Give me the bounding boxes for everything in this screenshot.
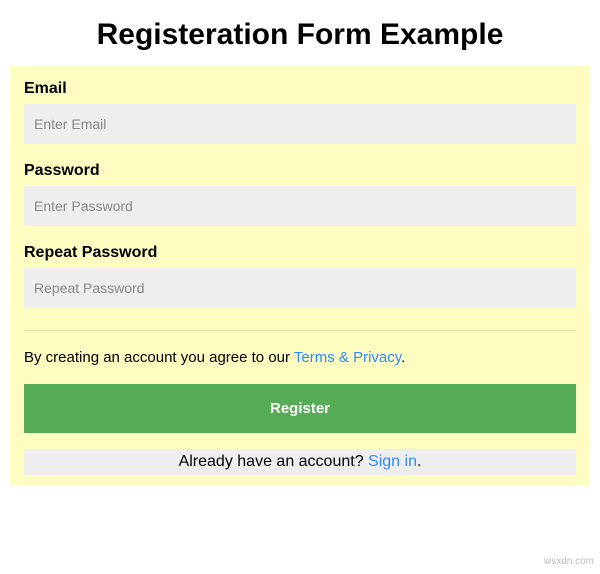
agree-text-prefix: By creating an account you agree to our xyxy=(24,349,294,366)
password-input[interactable] xyxy=(24,186,576,226)
signin-row: Already have an account? Sign in. xyxy=(24,449,576,475)
repeat-password-input[interactable] xyxy=(24,268,576,308)
divider xyxy=(24,330,576,331)
page-title: Registeration Form Example xyxy=(0,0,600,66)
registration-form: Email Password Repeat Password By creati… xyxy=(10,66,590,485)
agree-text-period: . xyxy=(401,349,405,366)
signin-period: . xyxy=(417,453,421,470)
watermark: wsxdn.com xyxy=(544,556,594,567)
password-label: Password xyxy=(24,162,576,180)
repeat-password-label: Repeat Password xyxy=(24,244,576,262)
email-label: Email xyxy=(24,80,576,98)
agree-text: By creating an account you agree to our … xyxy=(24,349,576,366)
email-input[interactable] xyxy=(24,104,576,144)
register-button[interactable]: Register xyxy=(24,384,576,433)
terms-privacy-link[interactable]: Terms & Privacy xyxy=(294,349,401,366)
signin-link[interactable]: Sign in xyxy=(368,453,417,470)
signin-text: Already have an account? xyxy=(179,453,368,470)
